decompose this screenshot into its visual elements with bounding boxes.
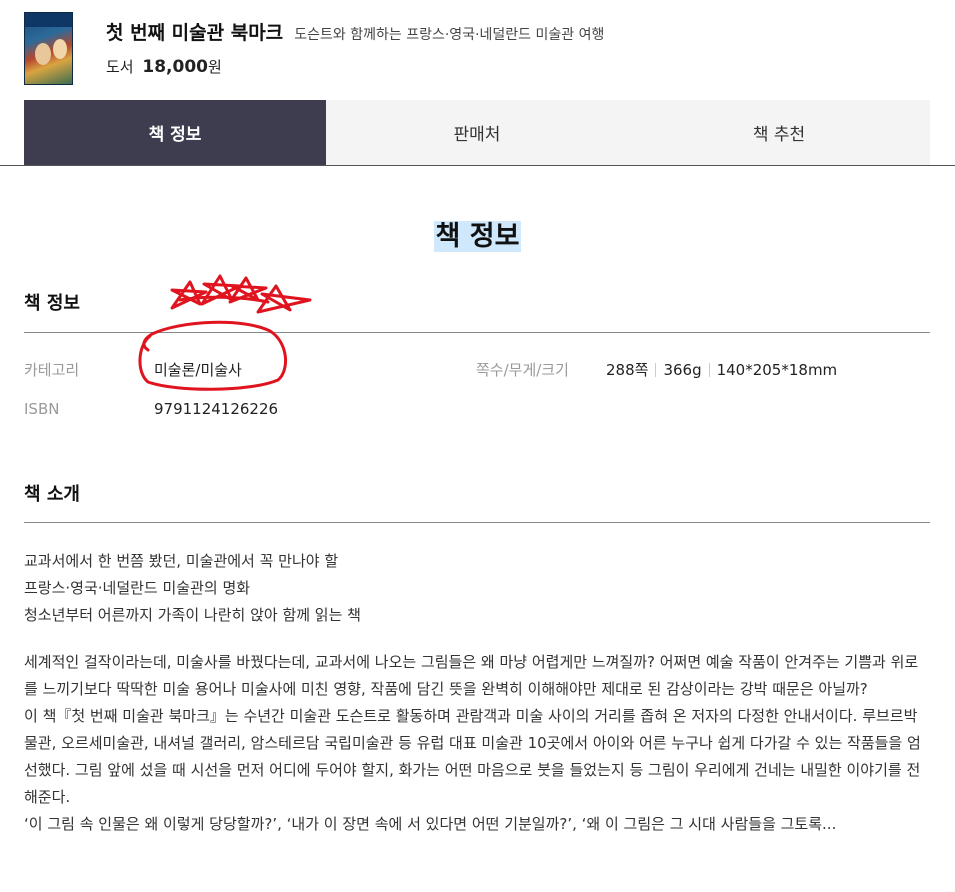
tab-bar: 책 정보 판매처 책 추천: [24, 100, 930, 165]
intro-paragraph: 세계적인 걸작이라는데, 미술사를 바꿨다는데, 교과서에 나오는 그림들은 왜…: [24, 653, 919, 698]
annotation-star: [200, 274, 242, 306]
tab-recommendations[interactable]: 책 추천: [628, 100, 930, 165]
intro-body: 교과서에서 한 번쯤 봤던, 미술관에서 꼭 만나야 할 프랑스·영국·네덜란드…: [24, 548, 930, 838]
book-cover-image[interactable]: [24, 12, 73, 85]
isbn-value: 9791124126226: [154, 400, 279, 418]
title-line: 첫 번째 미술관 북마크 도슨트와 함께하는 프랑스·영국·네덜란드 미술관 여…: [106, 18, 604, 45]
product-header: 첫 번째 미술관 북마크 도슨트와 함께하는 프랑스·영국·네덜란드 미술관 여…: [0, 0, 955, 100]
specs-label: 쪽수/무게/크기: [476, 361, 569, 379]
intro-paragraph-truncated: ‘이 그림 속 인물은 왜 이렇게 당당할까?’, ‘내가 이 장면 속에 서 …: [24, 815, 837, 833]
annotation-star: [170, 280, 208, 310]
book-title[interactable]: 첫 번째 미술관 북마크: [106, 22, 283, 44]
info-heading: 책 정보: [24, 293, 80, 314]
category-value[interactable]: 미술론/미술사: [154, 359, 242, 380]
section-heading-text: 책 정보: [433, 221, 522, 252]
tab-divider: [0, 165, 955, 166]
info-divider: [24, 332, 930, 333]
section-heading: 책 정보: [0, 214, 955, 253]
specs-separator: [655, 363, 657, 377]
size-value: 140*205*18mm: [716, 361, 838, 379]
category-label: 카테고리: [24, 361, 80, 379]
price-line: 도서 18,000원: [106, 56, 222, 77]
specs-value: 288쪽 366g 140*205*18mm: [606, 359, 837, 380]
tab-book-info[interactable]: 책 정보: [24, 100, 326, 165]
isbn-label: ISBN: [24, 400, 60, 418]
cover-portrait: [35, 43, 51, 65]
cover-title-band: [25, 13, 72, 27]
specs-separator: [708, 363, 710, 377]
intro-lead-line: 교과서에서 한 번쯤 봤던, 미술관에서 꼭 만나야 할: [24, 552, 339, 570]
intro-heading: 책 소개: [24, 484, 80, 505]
cover-portrait-2: [53, 39, 67, 59]
tab-sellers[interactable]: 판매처: [326, 100, 628, 165]
intro-lead-line: 청소년부터 어른까지 가족이 나란히 앉아 함께 읽는 책: [24, 606, 361, 624]
annotation-star: [228, 276, 268, 304]
annotation-star: [256, 284, 312, 314]
annotation-scribble: [178, 295, 270, 304]
pages-value: 288쪽: [606, 361, 649, 379]
intro-lead-line: 프랑스·영국·네덜란드 미술관의 명화: [24, 579, 251, 597]
price-unit: 원: [208, 58, 222, 76]
price-amount: 18,000: [142, 57, 208, 77]
intro-divider: [24, 522, 930, 523]
intro-paragraph: 이 책『첫 번째 미술관 북마크』는 수년간 미술관 도슨트로 활동하며 관람객…: [24, 707, 921, 806]
price-prefix: 도서: [106, 58, 134, 76]
weight-value: 366g: [663, 361, 702, 379]
book-subtitle: 도슨트와 함께하는 프랑스·영국·네덜란드 미술관 여행: [294, 27, 605, 43]
